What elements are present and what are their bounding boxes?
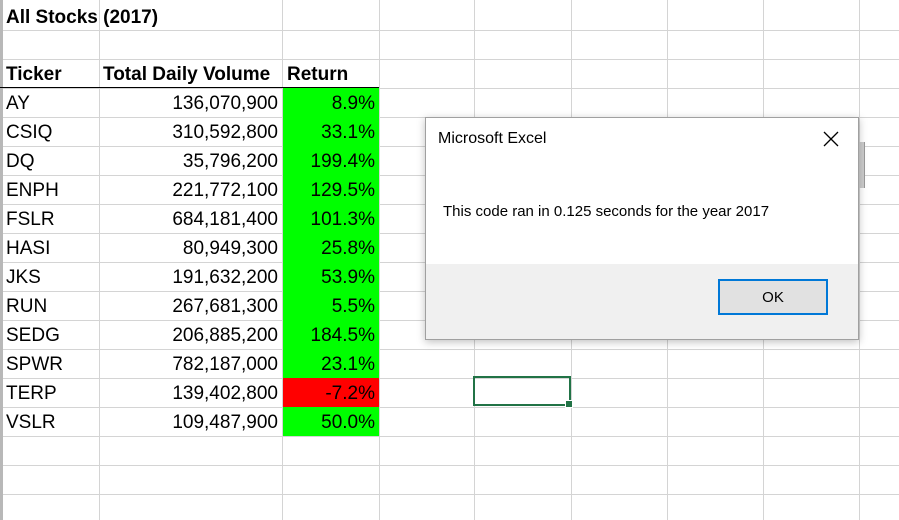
return-cell[interactable]: 50.0% [283, 407, 379, 436]
ticker-cell[interactable]: VSLR [0, 407, 99, 436]
header-total-daily-volume[interactable]: Total Daily Volume [97, 59, 287, 88]
column-gridline [379, 0, 380, 520]
ticker-cell[interactable]: CSIQ [0, 117, 99, 146]
return-cell[interactable]: 23.1% [283, 349, 379, 378]
row-gridline [0, 494, 899, 495]
ticker-cell[interactable]: TERP [0, 378, 99, 407]
volume-cell[interactable]: 267,681,300 [100, 291, 282, 320]
volume-cell[interactable]: 206,885,200 [100, 320, 282, 349]
ok-button[interactable]: OK [718, 279, 828, 315]
volume-cell[interactable]: 80,949,300 [100, 233, 282, 262]
return-cell[interactable]: 33.1% [283, 117, 379, 146]
ticker-cell[interactable]: SEDG [0, 320, 99, 349]
close-button[interactable] [814, 124, 848, 154]
return-cell[interactable]: 8.9% [283, 88, 379, 117]
dialog-message: This code ran in 0.125 seconds for the y… [443, 203, 770, 220]
dialog-footer: OK [426, 264, 858, 339]
ticker-cell[interactable]: SPWR [0, 349, 99, 378]
ticker-cell[interactable]: FSLR [0, 204, 99, 233]
column-gridline [859, 0, 860, 520]
header-ticker[interactable]: Ticker [0, 59, 99, 88]
row-gridline [0, 436, 899, 437]
ticker-cell[interactable]: HASI [0, 233, 99, 262]
return-cell[interactable]: -7.2% [283, 378, 379, 407]
sheet-title[interactable]: All Stocks (2017) [0, 0, 300, 31]
return-cell[interactable]: 5.5% [283, 291, 379, 320]
return-cell[interactable]: 53.9% [283, 262, 379, 291]
volume-cell[interactable]: 136,070,900 [100, 88, 282, 117]
selected-cell[interactable] [473, 376, 573, 408]
return-cell[interactable]: 184.5% [283, 320, 379, 349]
volume-cell[interactable]: 139,402,800 [100, 378, 282, 407]
volume-cell[interactable]: 782,187,000 [100, 349, 282, 378]
return-cell[interactable]: 199.4% [283, 146, 379, 175]
ticker-cell[interactable]: AY [0, 88, 99, 117]
message-dialog: Microsoft Excel This code ran in 0.125 s… [425, 117, 859, 340]
ticker-cell[interactable]: RUN [0, 291, 99, 320]
volume-cell[interactable]: 310,592,800 [100, 117, 282, 146]
row-gridline [0, 465, 899, 466]
close-icon [823, 131, 839, 147]
ticker-cell[interactable]: JKS [0, 262, 99, 291]
return-cell[interactable]: 25.8% [283, 233, 379, 262]
header-return[interactable]: Return [281, 59, 379, 88]
volume-cell[interactable]: 221,772,100 [100, 175, 282, 204]
volume-cell[interactable]: 35,796,200 [100, 146, 282, 175]
ticker-cell[interactable]: DQ [0, 146, 99, 175]
ticker-cell[interactable]: ENPH [0, 175, 99, 204]
volume-cell[interactable]: 684,181,400 [100, 204, 282, 233]
volume-cell[interactable]: 191,632,200 [100, 262, 282, 291]
fill-handle[interactable] [565, 400, 573, 408]
return-cell[interactable]: 101.3% [283, 204, 379, 233]
return-cell[interactable]: 129.5% [283, 175, 379, 204]
dialog-title: Microsoft Excel [438, 130, 547, 147]
volume-cell[interactable]: 109,487,900 [100, 407, 282, 436]
